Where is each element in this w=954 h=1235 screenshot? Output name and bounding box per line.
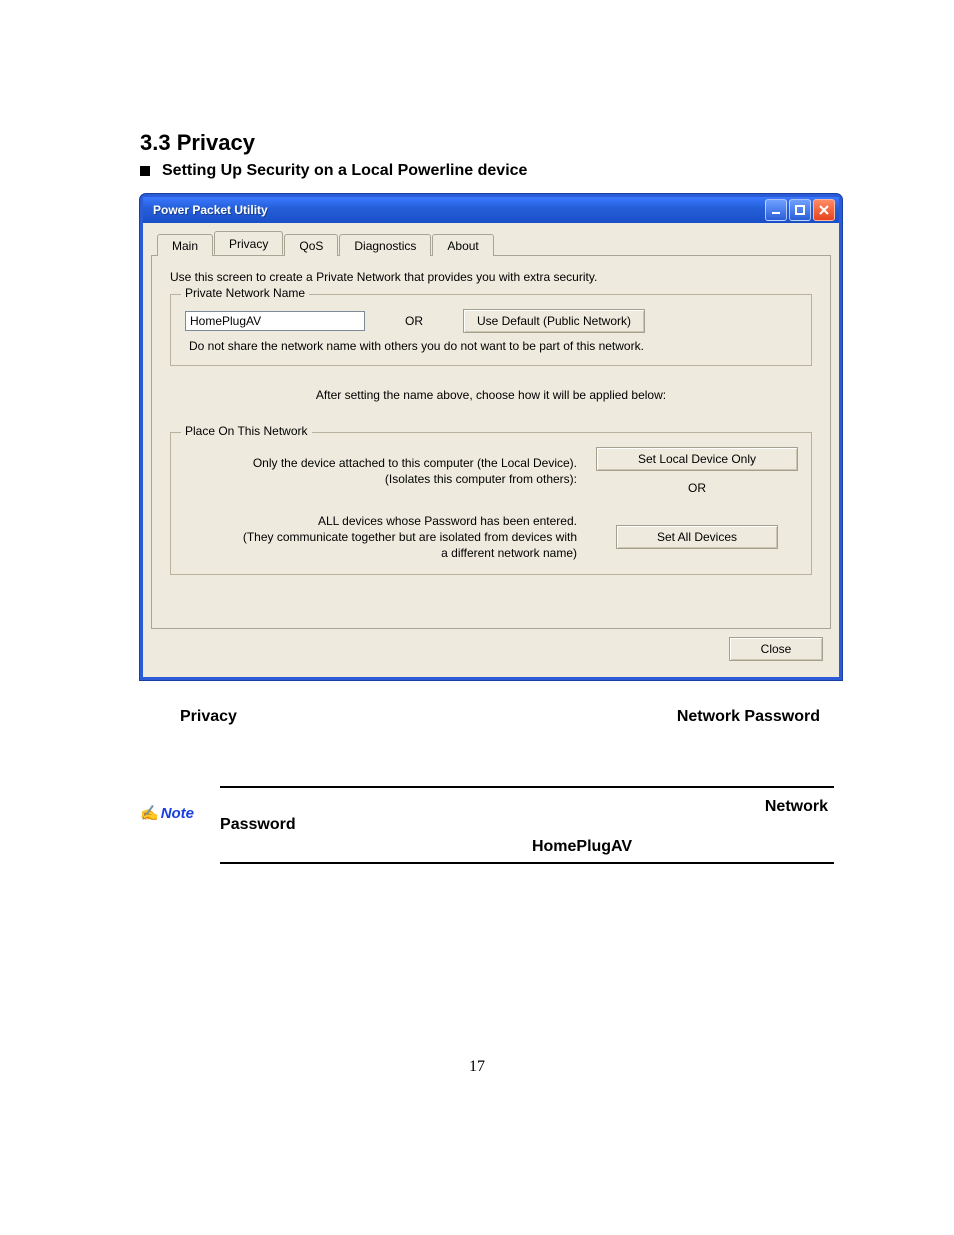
- intro-text: Use this screen to create a Private Netw…: [170, 270, 812, 284]
- local-only-line2: (Isolates this computer from others):: [185, 471, 577, 487]
- group-private-network-name: Private Network Name HomePlugAV OR Use D…: [170, 294, 812, 366]
- all-devices-line2: (They communicate together but are isola…: [185, 529, 577, 545]
- close-icon: [818, 204, 830, 216]
- minimize-icon: [770, 204, 782, 216]
- set-all-devices-button[interactable]: Set All Devices: [616, 525, 778, 549]
- group-legend-private-network: Private Network Name: [181, 286, 309, 300]
- network-name-input[interactable]: HomePlugAV: [185, 311, 365, 331]
- maximize-button[interactable]: [789, 199, 811, 221]
- group-place-on-network: Place On This Network Only the device at…: [170, 432, 812, 575]
- section-title: 3.3 Privacy: [140, 130, 834, 156]
- note-word-password: Password: [220, 816, 834, 834]
- note-label: Note: [140, 786, 194, 822]
- tab-diagnostics[interactable]: Diagnostics: [339, 234, 431, 256]
- after-setting-text: After setting the name above, choose how…: [170, 388, 812, 402]
- close-window-button[interactable]: [813, 199, 835, 221]
- or-separator: OR: [405, 314, 423, 328]
- or-separator-2: OR: [688, 481, 706, 495]
- note-word-network: Network: [220, 798, 834, 816]
- maximize-icon: [794, 204, 806, 216]
- do-not-share-text: Do not share the network name with other…: [189, 339, 797, 353]
- tabstrip: Main Privacy QoS Diagnostics About: [151, 231, 831, 256]
- note-word-homeplugav: HomePlugAV: [220, 838, 834, 856]
- tab-pane-privacy: Use this screen to create a Private Netw…: [151, 256, 831, 629]
- titlebar[interactable]: Power Packet Utility: [143, 197, 839, 223]
- below-left: Privacy: [180, 708, 237, 726]
- app-window: Power Packet Utility Main Privacy QoS Di…: [140, 194, 842, 680]
- note-body: Network Password HomePlugAV: [220, 786, 834, 864]
- bullet-heading-row: Setting Up Security on a Local Powerline…: [140, 162, 834, 180]
- window-title: Power Packet Utility: [153, 203, 268, 217]
- close-button[interactable]: Close: [729, 637, 823, 661]
- local-only-description: Only the device attached to this compute…: [185, 455, 577, 487]
- bullet-heading: Setting Up Security on a Local Powerline…: [162, 162, 527, 180]
- use-default-button[interactable]: Use Default (Public Network): [463, 309, 645, 333]
- minimize-button[interactable]: [765, 199, 787, 221]
- square-bullet-icon: [140, 166, 150, 176]
- all-devices-line3: a different network name): [185, 545, 577, 561]
- tab-main[interactable]: Main: [157, 234, 213, 256]
- below-text-row: Privacy Network Password: [180, 708, 820, 726]
- all-devices-line1: ALL devices whose Password has been ente…: [185, 513, 577, 529]
- tab-privacy[interactable]: Privacy: [214, 231, 283, 255]
- group-legend-place: Place On This Network: [181, 424, 312, 438]
- page-number: 17: [0, 1058, 954, 1076]
- below-right: Network Password: [677, 708, 820, 726]
- local-only-line1: Only the device attached to this compute…: [185, 455, 577, 471]
- tab-qos[interactable]: QoS: [284, 234, 338, 256]
- all-devices-description: ALL devices whose Password has been ente…: [185, 513, 577, 562]
- tab-about[interactable]: About: [432, 234, 493, 256]
- set-local-device-button[interactable]: Set Local Device Only: [596, 447, 798, 471]
